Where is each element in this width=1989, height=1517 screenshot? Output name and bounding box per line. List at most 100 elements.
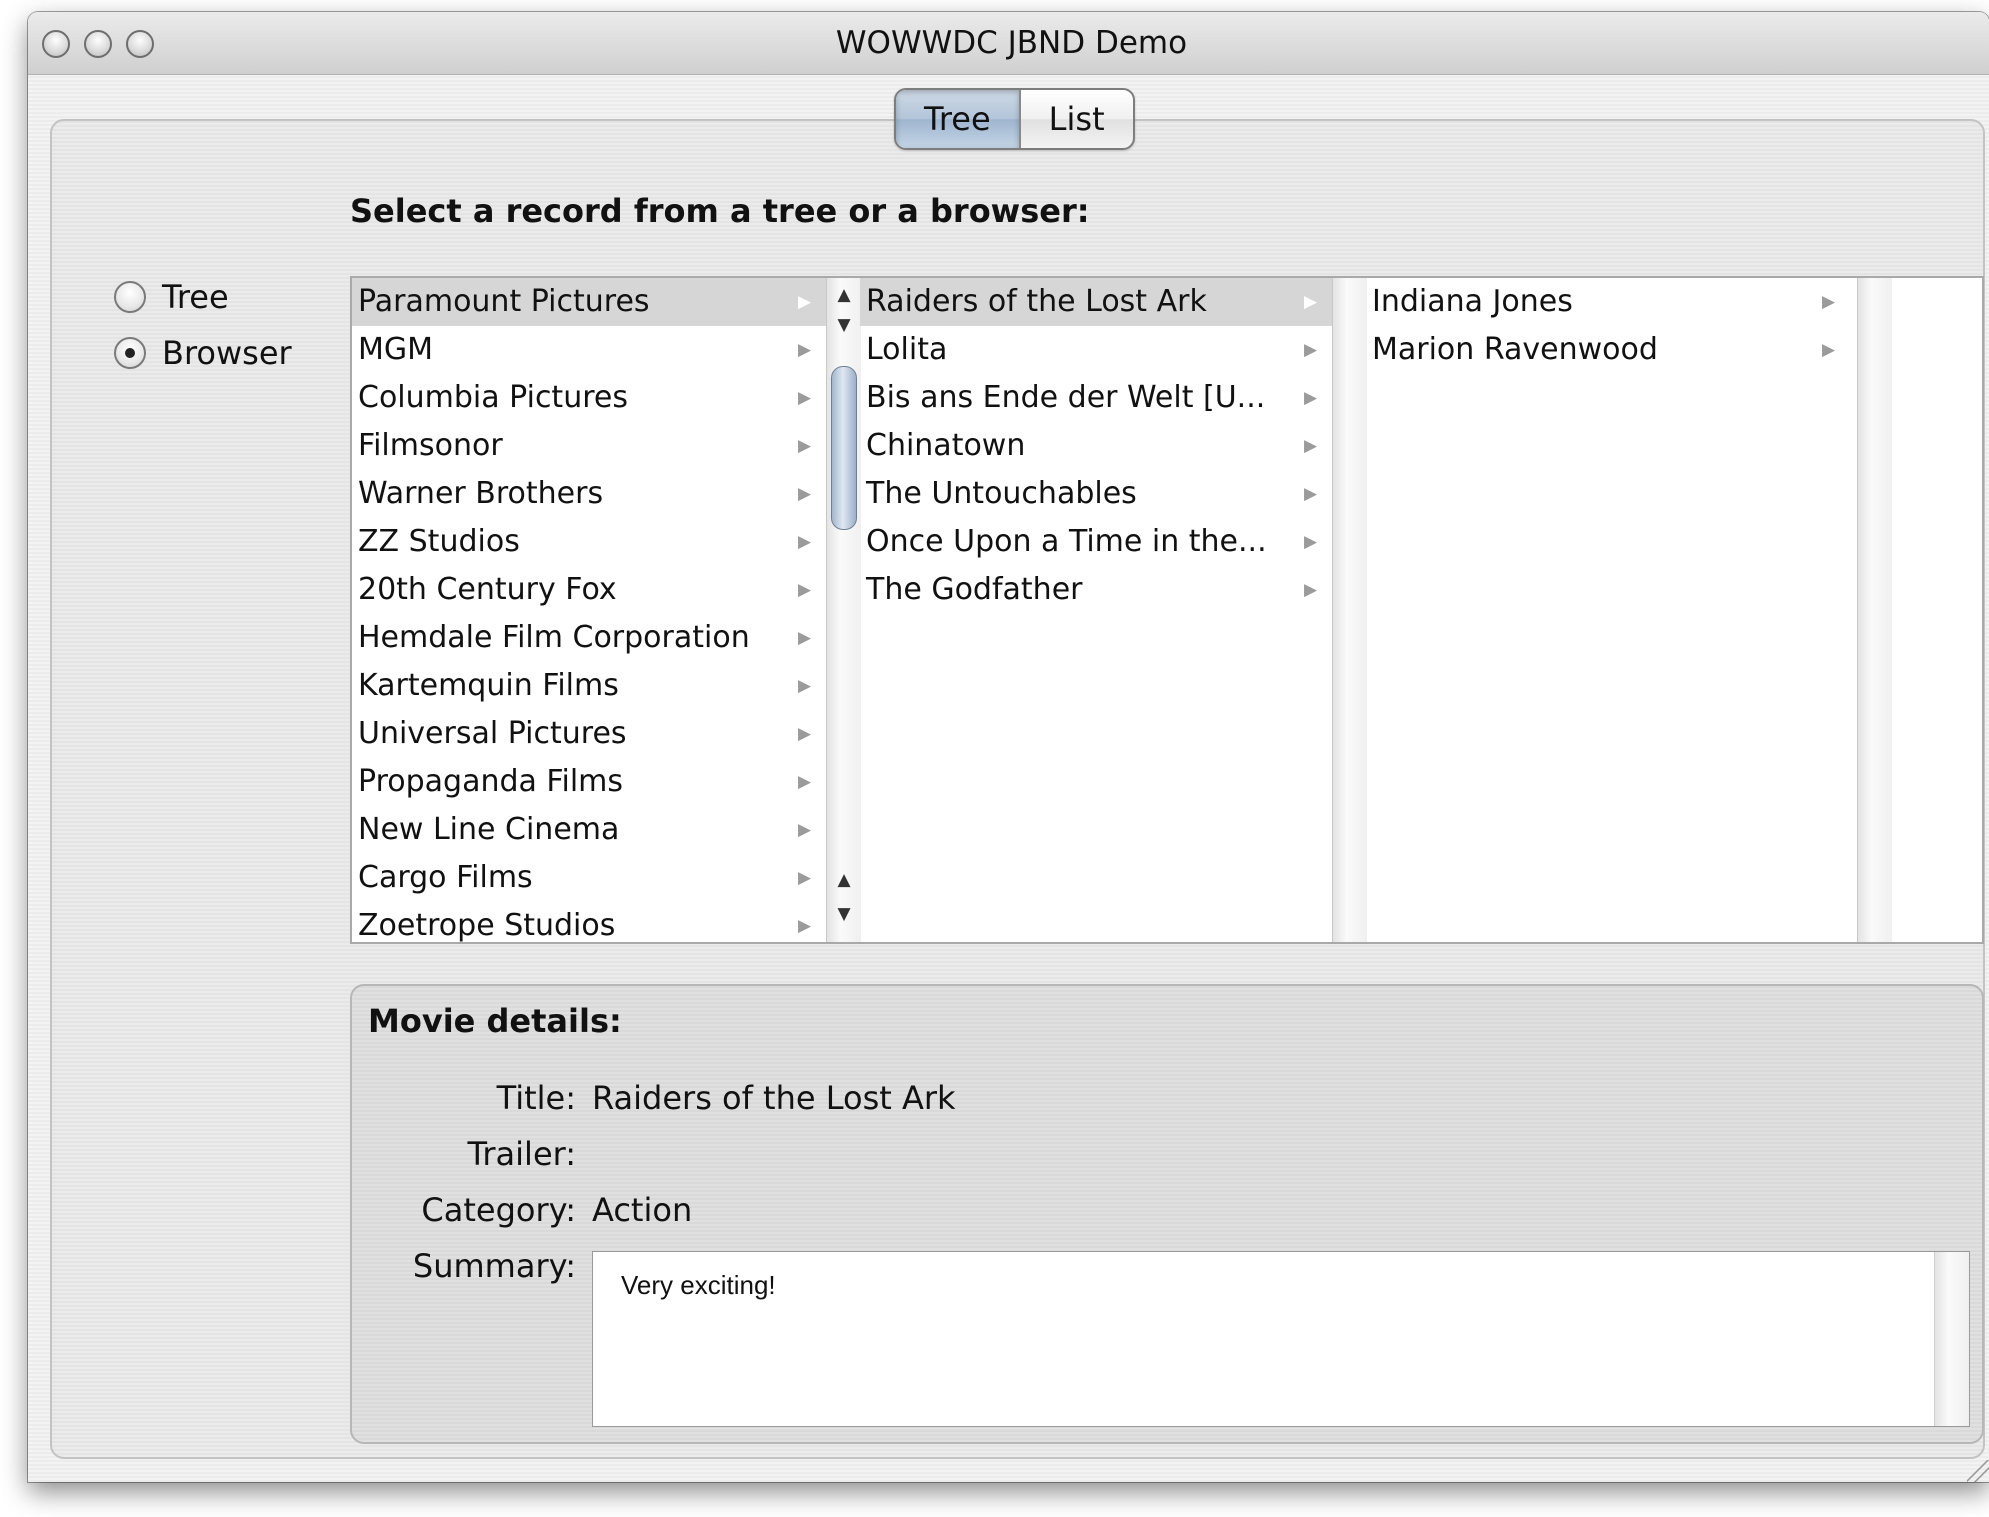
summary-label: Summary: xyxy=(412,1247,576,1285)
browser-row-label: 20th Century Fox xyxy=(358,572,617,607)
scroll-up-arrow-icon[interactable]: ▲ xyxy=(827,863,861,897)
summary-text: Very exciting! xyxy=(621,1270,776,1300)
browser-row[interactable]: Lolita ▶ xyxy=(860,326,1332,374)
radio-browser[interactable]: Browser xyxy=(114,334,292,372)
browser-row-label: Once Upon a Time in the... xyxy=(866,524,1267,559)
browser-row[interactable]: ZZ Studios ▶ xyxy=(352,518,826,566)
browser-row-label: Chinatown xyxy=(866,428,1026,463)
browser-row[interactable]: Once Upon a Time in the... ▶ xyxy=(860,518,1332,566)
browser-row[interactable]: Filmsonor ▶ xyxy=(352,422,826,470)
disclosure-arrow-icon: ▶ xyxy=(798,724,812,744)
disclosure-arrow-icon: ▶ xyxy=(1304,484,1318,504)
browser-column-movies-scrollbar[interactable] xyxy=(1332,278,1367,942)
scroll-thumb[interactable] xyxy=(831,366,857,530)
browser-row[interactable]: Propaganda Films ▶ xyxy=(352,758,826,806)
app-window: WOWWDC JBND Demo Tree List Select a reco… xyxy=(28,12,1989,1482)
browser-row-label: Universal Pictures xyxy=(358,716,627,751)
disclosure-arrow-icon: ▶ xyxy=(798,436,812,456)
radio-button-checked-icon[interactable] xyxy=(114,337,146,369)
browser-row-label: Warner Brothers xyxy=(358,476,604,511)
browser-row[interactable]: MGM ▶ xyxy=(352,326,826,374)
browser-row[interactable]: Marion Ravenwood ▶ xyxy=(1366,326,1857,374)
column-browser: Paramount Pictures ▶ MGM ▶ Columbia Pictures… xyxy=(350,276,1984,944)
browser-row-label: Hemdale Film Corporation xyxy=(358,620,750,655)
browser-row[interactable]: Universal Pictures ▶ xyxy=(352,710,826,758)
browser-column-characters-scrollbar[interactable] xyxy=(1857,278,1892,942)
category-value: Action xyxy=(592,1191,693,1229)
scroll-down-arrow-icon[interactable]: ▼ xyxy=(827,308,861,342)
disclosure-arrow-icon: ▶ xyxy=(798,388,812,408)
disclosure-arrow-icon: ▶ xyxy=(798,292,812,312)
disclosure-arrow-icon: ▶ xyxy=(798,676,812,696)
browser-row[interactable]: Kartemquin Films ▶ xyxy=(352,662,826,710)
disclosure-arrow-icon: ▶ xyxy=(1304,580,1318,600)
window-title: WOWWDC JBND Demo xyxy=(835,25,1188,61)
browser-row-label: Bis ans Ende der Welt [U... xyxy=(866,380,1266,415)
disclosure-arrow-icon: ▶ xyxy=(798,532,812,552)
browser-row[interactable]: 20th Century Fox ▶ xyxy=(352,566,826,614)
movie-details-heading: Movie details: xyxy=(368,1002,622,1040)
browser-row[interactable]: Chinatown ▶ xyxy=(860,422,1332,470)
browser-row[interactable]: Zoetrope Studios ▶ xyxy=(352,902,826,942)
browser-column-characters: Indiana Jones ▶ Marion Ravenwood ▶ xyxy=(1366,278,1857,942)
disclosure-arrow-icon: ▶ xyxy=(1822,292,1836,312)
disclosure-arrow-icon: ▶ xyxy=(798,340,812,360)
browser-row[interactable]: Indiana Jones ▶ xyxy=(1366,278,1857,326)
browser-row[interactable]: Bis ans Ende der Welt [U... ▶ xyxy=(860,374,1332,422)
title-bar[interactable]: WOWWDC JBND Demo xyxy=(28,12,1989,75)
browser-row-label: ZZ Studios xyxy=(358,524,520,559)
browser-row-label: Filmsonor xyxy=(358,428,503,463)
scroll-down-arrow-icon[interactable]: ▼ xyxy=(827,897,861,931)
browser-column-studios: Paramount Pictures ▶ MGM ▶ Columbia Pictures… xyxy=(352,278,826,942)
title-value: Raiders of the Lost Ark xyxy=(592,1079,956,1117)
tab-list[interactable]: List xyxy=(1021,90,1133,148)
movie-details-panel: Movie details: Title: Raiders of the Los… xyxy=(350,984,1984,1444)
browser-row-label: Propaganda Films xyxy=(358,764,624,799)
browser-row-label: Raiders of the Lost Ark xyxy=(866,284,1207,319)
disclosure-arrow-icon: ▶ xyxy=(798,916,812,936)
browser-row[interactable]: Columbia Pictures ▶ xyxy=(352,374,826,422)
summary-scrollbar[interactable] xyxy=(1934,1252,1969,1426)
instruction-label: Select a record from a tree or a browser… xyxy=(350,192,1090,230)
summary-textarea[interactable]: Very exciting! xyxy=(592,1251,1970,1427)
browser-row[interactable]: The Godfather ▶ xyxy=(860,566,1332,614)
browser-column-studios-scrollbar[interactable]: ▲ ▼ ▲ ▼ xyxy=(826,278,861,942)
radio-browser-label: Browser xyxy=(162,334,292,372)
disclosure-arrow-icon: ▶ xyxy=(1304,388,1318,408)
disclosure-arrow-icon: ▶ xyxy=(798,580,812,600)
disclosure-arrow-icon: ▶ xyxy=(798,484,812,504)
browser-row-label: Lolita xyxy=(866,332,948,367)
browser-row[interactable]: The Untouchables ▶ xyxy=(860,470,1332,518)
browser-row[interactable]: Hemdale Film Corporation ▶ xyxy=(352,614,826,662)
browser-row-label: Indiana Jones xyxy=(1372,284,1573,319)
browser-row-label: Columbia Pictures xyxy=(358,380,628,415)
browser-row-label: The Untouchables xyxy=(866,476,1137,511)
disclosure-arrow-icon: ▶ xyxy=(798,772,812,792)
browser-row[interactable]: Raiders of the Lost Ark ▶ xyxy=(860,278,1332,326)
trailer-label: Trailer: xyxy=(467,1135,576,1173)
browser-row[interactable]: Cargo Films ▶ xyxy=(352,854,826,902)
disclosure-arrow-icon: ▶ xyxy=(1304,532,1318,552)
title-label: Title: xyxy=(496,1079,576,1117)
view-segmented-control: Tree List xyxy=(894,88,1135,150)
browser-row[interactable]: New Line Cinema ▶ xyxy=(352,806,826,854)
scroll-up-arrow-icon[interactable]: ▲ xyxy=(827,278,861,312)
radio-tree[interactable]: Tree xyxy=(114,278,229,316)
browser-row-label: The Godfather xyxy=(866,572,1083,607)
browser-row-label: Marion Ravenwood xyxy=(1372,332,1658,367)
disclosure-arrow-icon: ▶ xyxy=(1304,292,1318,312)
tab-tree[interactable]: Tree xyxy=(896,90,1021,148)
disclosure-arrow-icon: ▶ xyxy=(1304,340,1318,360)
disclosure-arrow-icon: ▶ xyxy=(798,868,812,888)
browser-row-label: Cargo Films xyxy=(358,860,533,895)
disclosure-arrow-icon: ▶ xyxy=(1304,436,1318,456)
browser-row-label: Kartemquin Films xyxy=(358,668,619,703)
browser-row-label: Zoetrope Studios xyxy=(358,908,616,942)
browser-row[interactable]: Paramount Pictures ▶ xyxy=(352,278,826,326)
radio-button-icon[interactable] xyxy=(114,281,146,313)
browser-row-label: MGM xyxy=(358,332,434,367)
browser-row-label: Paramount Pictures xyxy=(358,284,650,319)
browser-row[interactable]: Warner Brothers ▶ xyxy=(352,470,826,518)
browser-row-label: New Line Cinema xyxy=(358,812,620,847)
resize-grip-icon[interactable] xyxy=(1967,1460,1989,1482)
